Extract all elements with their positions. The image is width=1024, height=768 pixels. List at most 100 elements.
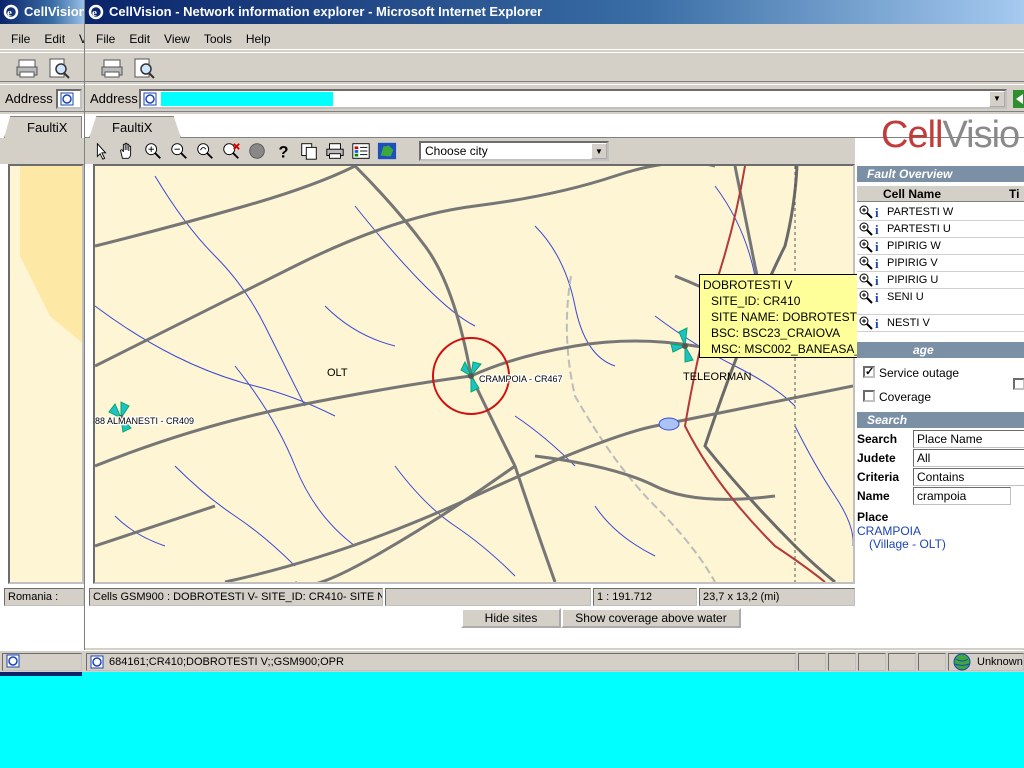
fault-cell-name: SENI U: [887, 291, 924, 303]
menu-help[interactable]: Help: [239, 28, 278, 49]
back-map[interactable]: [8, 164, 84, 584]
print-preview-icon[interactable]: [46, 56, 72, 80]
place-result-link[interactable]: CRAMPOIA: [857, 524, 921, 538]
window-title: CellVision - Network information explore…: [109, 4, 543, 19]
menu-view[interactable]: View: [157, 28, 197, 49]
col-time[interactable]: Ti: [1009, 186, 1019, 202]
fault-row[interactable]: i PARTESTI W: [857, 204, 1024, 221]
ie-icon: e: [3, 4, 19, 20]
back-title-bar[interactable]: e CellVision: [0, 0, 88, 24]
select-arrow-icon[interactable]: [89, 140, 113, 162]
fault-cell-name: PIPIRIG U: [887, 274, 939, 286]
info-icon[interactable]: i: [875, 239, 883, 254]
zoom-to-cell-icon[interactable]: [859, 205, 873, 219]
fault-row[interactable]: i PIPIRIG W: [857, 238, 1024, 255]
show-coverage-button[interactable]: Show coverage above water: [561, 608, 741, 628]
label-site-crampoia: CRAMPOIA - CR467: [479, 374, 563, 384]
overview-map-icon[interactable]: [375, 140, 399, 162]
cellvision-logo: CellVisio: [881, 114, 1020, 157]
judete-select[interactable]: All: [913, 449, 1024, 467]
status-pane-3: [858, 653, 886, 671]
name-input[interactable]: crampoia: [913, 487, 1011, 505]
zoom-to-cell-icon[interactable]: [859, 273, 873, 287]
place-result-detail[interactable]: (Village - OLT): [869, 537, 946, 551]
coverage-header: age: [857, 342, 1024, 358]
fault-cell-name: PIPIRIG V: [887, 257, 938, 269]
fault-row[interactable]: i PIPIRIG V: [857, 255, 1024, 272]
zoom-out-icon[interactable]: [167, 140, 191, 162]
pan-hand-icon[interactable]: [115, 140, 139, 162]
info-icon[interactable]: i: [875, 222, 883, 237]
back-tab-faultix[interactable]: FaultiX: [4, 116, 82, 138]
service-outage-checkbox[interactable]: ✓: [863, 366, 875, 378]
desktop: e CellVision File Edit Vi Address Faulti…: [0, 0, 1024, 768]
back-address-field[interactable]: [56, 89, 82, 109]
back-menu-edit[interactable]: Edit: [37, 28, 72, 49]
name-label: Name: [857, 489, 890, 503]
go-arrow-icon: [1016, 94, 1023, 104]
checkmark-icon: ✓: [865, 366, 875, 378]
print-preview-icon[interactable]: [131, 56, 157, 80]
chevron-down-icon[interactable]: ▼: [591, 143, 607, 159]
label-teleorman: TELEORMAN: [683, 371, 752, 383]
legend-icon[interactable]: [349, 140, 373, 162]
back-address-label: Address: [5, 91, 53, 106]
fault-row[interactable]: i NESTI V: [857, 315, 1024, 332]
map-canvas: OLT TELEORMAN CRAMPOIA - CR467 88 ALMANE…: [95, 166, 853, 582]
fault-row[interactable]: i PARTESTI U: [857, 221, 1024, 238]
city-select[interactable]: Choose city ▼: [419, 141, 609, 161]
map-print-icon[interactable]: [323, 140, 347, 162]
tab-faultix[interactable]: FaultiX: [89, 116, 181, 138]
info-icon[interactable]: i: [875, 205, 883, 220]
zoom-to-cell-icon[interactable]: [859, 316, 873, 330]
background-browser-window[interactable]: e CellVision File Edit Vi Address Faulti…: [0, 0, 89, 672]
zoom-clear-icon[interactable]: [219, 140, 243, 162]
help-icon[interactable]: ?: [271, 140, 295, 162]
fault-row[interactable]: i PIPIRIG U: [857, 272, 1024, 289]
back-menu-file[interactable]: File: [4, 28, 37, 49]
zoom-in-icon[interactable]: [141, 140, 165, 162]
back-menubar: File Edit Vi: [0, 28, 89, 50]
search-type-select[interactable]: Place Name: [913, 430, 1024, 448]
coverage-checkbox[interactable]: [863, 390, 875, 402]
zoom-to-cell-icon[interactable]: [859, 222, 873, 236]
back-map-toolbar: [0, 138, 88, 164]
criteria-select[interactable]: Contains: [913, 468, 1024, 486]
extra-checkbox[interactable]: [1013, 378, 1024, 390]
map-view[interactable]: OLT TELEORMAN CRAMPOIA - CR467 88 ALMANE…: [93, 164, 855, 584]
info-icon[interactable]: i: [875, 273, 883, 288]
copy-icon[interactable]: [297, 140, 321, 162]
side-panel: Fault Overview Cell Name Ti i PARTESTI Wi…: [857, 164, 1024, 648]
status-empty: [385, 588, 591, 606]
menu-tools[interactable]: Tools: [197, 28, 239, 49]
page-content: FaultiX CellVisio ? Choose city ▼ OLT TE…: [85, 114, 1024, 648]
address-url-highlight: [161, 92, 333, 106]
menu-file[interactable]: File: [89, 28, 122, 49]
zoom-to-cell-icon[interactable]: [859, 256, 873, 270]
zoom-previous-icon[interactable]: [193, 140, 217, 162]
coverage-label: Coverage: [879, 390, 932, 404]
page-icon: [143, 92, 157, 106]
map-status-bar: Cells GSM900 : DOBROTESTI V- SITE_ID: CR…: [89, 588, 855, 606]
info-icon[interactable]: i: [875, 316, 883, 331]
info-icon[interactable]: i: [875, 290, 883, 305]
back-window-title: CellVision: [24, 4, 87, 19]
col-cell-name[interactable]: Cell Name: [883, 186, 941, 202]
stop-icon[interactable]: [245, 140, 269, 162]
hide-sites-button[interactable]: Hide sites: [461, 608, 561, 628]
status-extent: 23,7 x 13,2 (mi): [699, 588, 855, 606]
menu-edit[interactable]: Edit: [122, 28, 157, 49]
fault-row[interactable]: i SENI U: [857, 289, 1024, 315]
browser-window[interactable]: e CellVision - Network information explo…: [84, 0, 1024, 672]
address-dropdown-arrow[interactable]: ▼: [989, 91, 1005, 107]
print-icon[interactable]: [99, 56, 125, 80]
address-input[interactable]: ▼: [139, 89, 1007, 109]
zoom-to-cell-icon[interactable]: [859, 239, 873, 253]
zoom-to-cell-icon[interactable]: [859, 290, 873, 304]
title-bar[interactable]: e CellVision - Network information explo…: [85, 0, 1024, 24]
go-button[interactable]: [1013, 90, 1024, 108]
search-header: Search: [857, 412, 1024, 428]
print-icon[interactable]: [14, 56, 40, 80]
info-icon[interactable]: i: [875, 256, 883, 271]
svg-text:?: ?: [278, 143, 288, 161]
